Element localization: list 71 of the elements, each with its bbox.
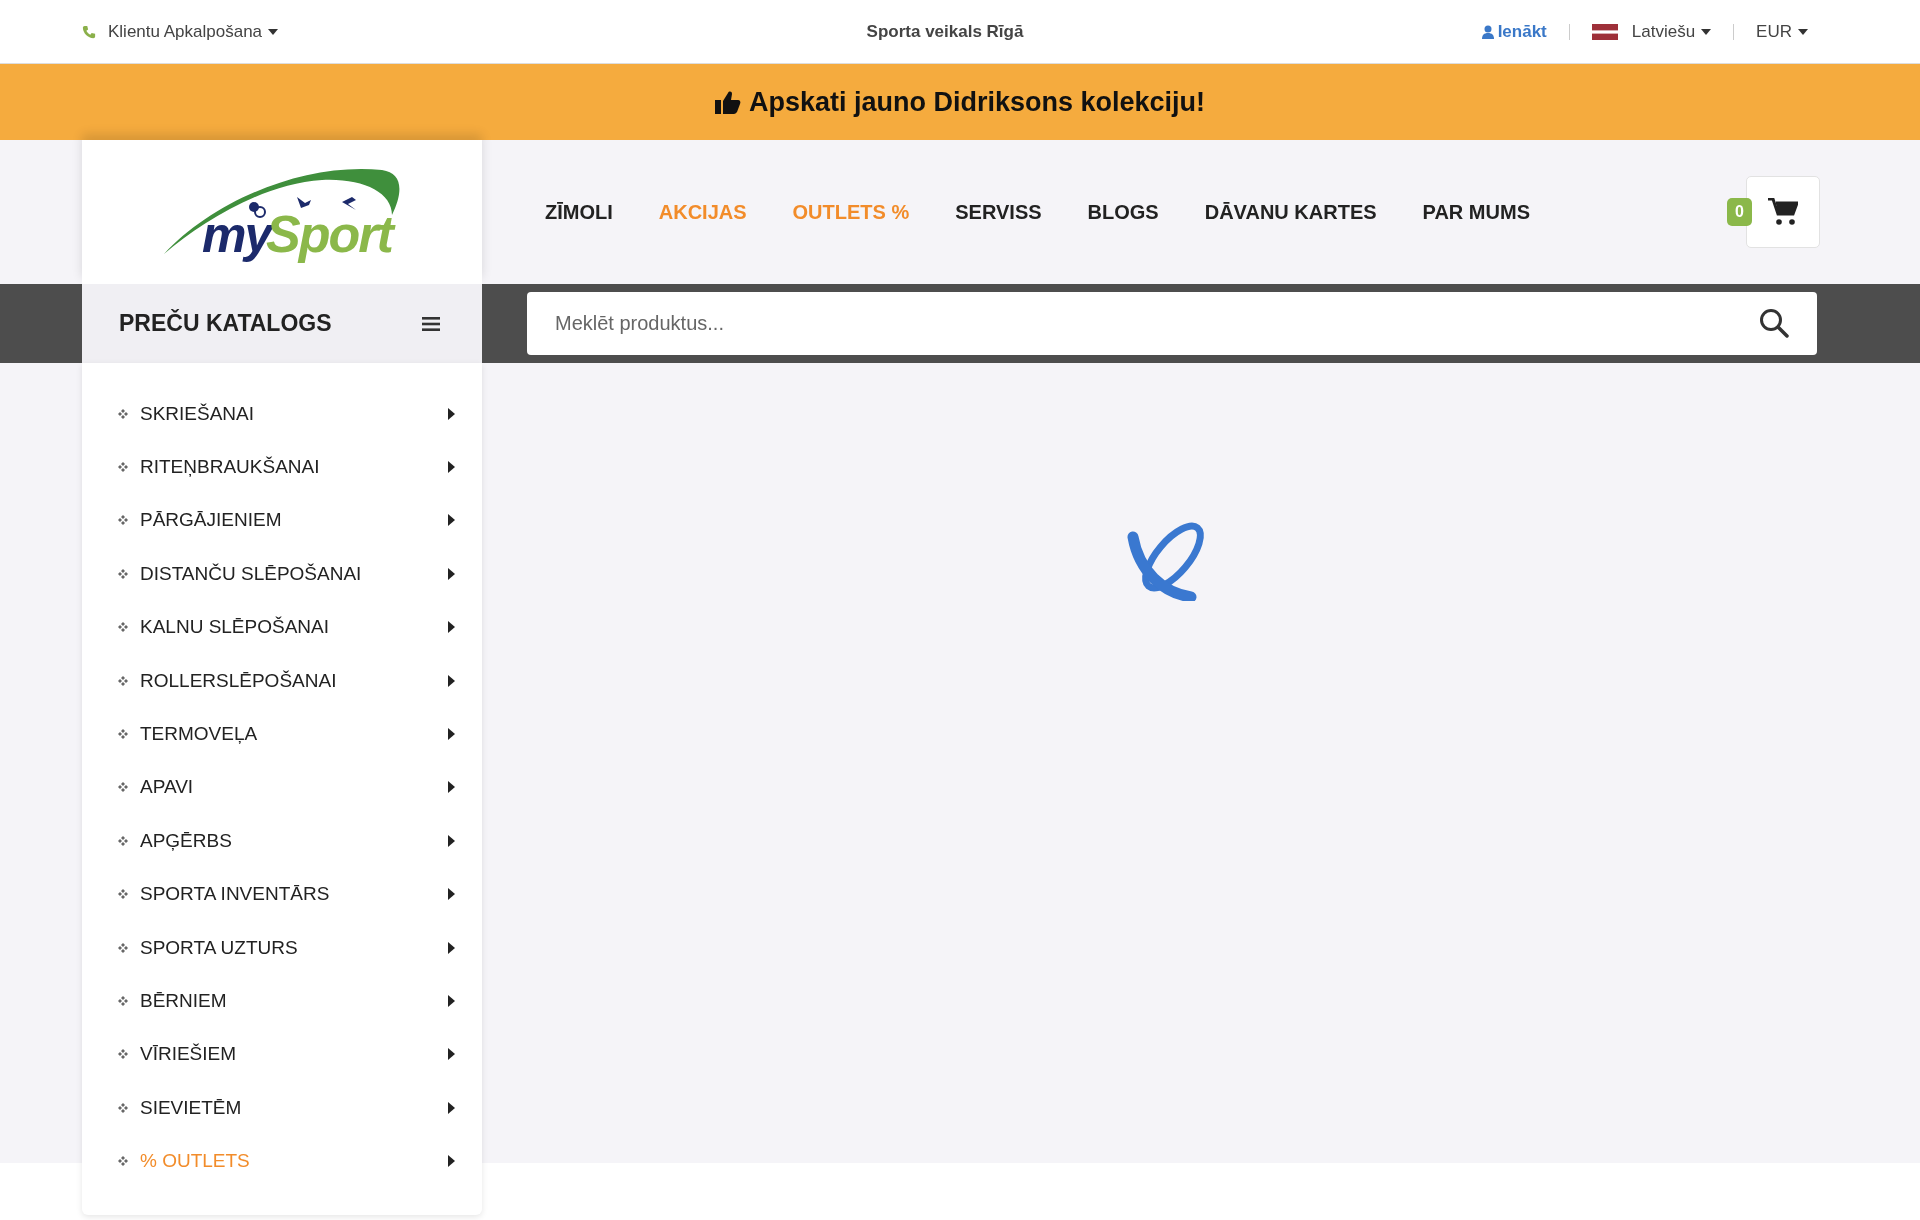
catalog-title: PREČU KATALOGS [119, 310, 332, 337]
caret-icon [448, 514, 455, 527]
caret-icon [448, 834, 455, 847]
catalog-header[interactable]: PREČU KATALOGS [82, 284, 482, 363]
caret-icon [268, 28, 279, 35]
category-item[interactable]: BĒRNIEM [82, 974, 482, 1028]
caret-icon [448, 621, 455, 634]
flag-icon [1591, 23, 1618, 40]
caret-icon [448, 941, 455, 954]
category-item[interactable]: RITEŅBRAUKŠANAI [82, 440, 482, 494]
category-item[interactable]: SKRIEŠANAI [82, 387, 482, 441]
diamond-icon [118, 729, 128, 740]
nav-link[interactable]: ZĪMOLI [545, 200, 613, 224]
diamond-icon [118, 462, 128, 473]
diamond-icon [118, 1049, 128, 1060]
menu-icon[interactable] [422, 315, 440, 332]
category-item[interactable]: ROLLERSLĒPOŠANAI [82, 653, 482, 708]
diamond-icon [118, 675, 128, 686]
caret-icon [448, 888, 455, 901]
cart-button[interactable] [1746, 176, 1820, 248]
promo-banner[interactable]: Apskati jauno Didriksons kolekciju! [0, 64, 1920, 140]
banner-text: Apskati jauno Didriksons kolekciju! [748, 86, 1206, 118]
nav-link[interactable]: BLOGS [1087, 200, 1159, 224]
diamond-icon [118, 622, 128, 633]
diamond-icon [118, 889, 128, 900]
caret-icon [448, 674, 455, 687]
diamond-icon [118, 568, 128, 579]
category-item[interactable]: APAVI [82, 760, 482, 815]
nav-link[interactable]: DĀVANU KARTES [1204, 200, 1377, 224]
search-field[interactable]: Meklēt produktus... [527, 292, 1817, 355]
cart-icon [1768, 198, 1798, 226]
category-item[interactable]: SIEVIETĒM [82, 1081, 482, 1135]
category-item[interactable]: KALNU SLĒPOŠANAI [82, 600, 482, 654]
diamond-icon [118, 835, 128, 846]
category-item[interactable]: SPORTA INVENTĀRS [82, 867, 482, 921]
thumbs-up-icon [714, 90, 741, 114]
category-item[interactable]: DISTANČU SLĒPOŠANAI [82, 547, 482, 601]
diamond-icon [118, 1102, 128, 1113]
currency-dropdown[interactable]: EUR [1756, 21, 1808, 42]
nav-link[interactable]: PAR MUMS [1422, 200, 1530, 224]
customer-service-dropdown[interactable]: Klientu Apkalpošana [108, 21, 279, 42]
diamond-icon [118, 996, 128, 1006]
category-item[interactable]: APĢĒRBS [82, 814, 482, 868]
caret-icon [448, 1048, 455, 1061]
diamond-icon [118, 1156, 128, 1167]
diamond-icon [118, 408, 128, 419]
caret-icon [1701, 28, 1712, 35]
caret-icon [1798, 28, 1808, 35]
category-item[interactable]: VĪRIEŠIEM [82, 1027, 482, 1082]
category-item[interactable]: PĀRGĀJIENIEM [82, 493, 482, 548]
diamond-icon [118, 942, 128, 953]
phone-icon [82, 24, 96, 39]
caret-icon [448, 567, 455, 580]
category-item[interactable]: TERMOVEĻA [82, 707, 482, 761]
category-item[interactable]: SPORTA UZTURS [82, 920, 482, 975]
diamond-icon [118, 515, 128, 526]
store-name: Sporta veikals Rīgā [866, 21, 1024, 42]
nav-link[interactable]: SERVISS [955, 200, 1042, 224]
caret-icon [448, 781, 455, 794]
language-dropdown[interactable]: Latviešu [1631, 21, 1712, 42]
login-link[interactable]: Ienākt [1481, 21, 1547, 42]
caret-icon [448, 728, 455, 741]
cart-count-badge: 0 [1727, 198, 1752, 226]
caret-icon [448, 995, 455, 1007]
diamond-icon [118, 782, 128, 793]
caret-icon [448, 1155, 455, 1168]
user-icon [1481, 24, 1494, 39]
caret-icon [448, 1101, 455, 1114]
caret-icon [448, 407, 455, 420]
search-icon[interactable] [1759, 308, 1789, 338]
caret-icon [448, 461, 455, 474]
